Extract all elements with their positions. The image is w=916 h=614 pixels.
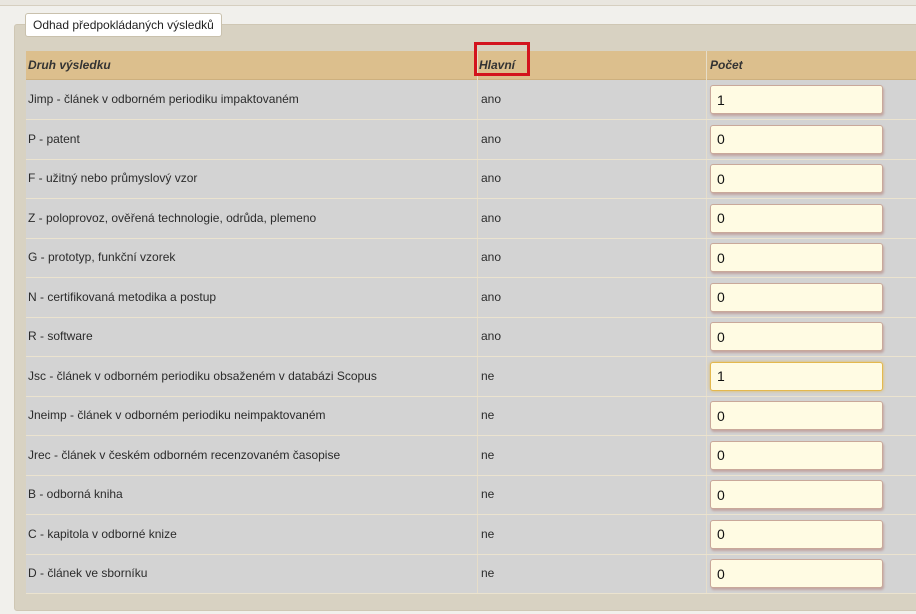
table-row: R - software ano	[26, 317, 916, 357]
count-input[interactable]	[710, 85, 883, 114]
table-row: Z - poloprovoz, ověřená technologie, odr…	[26, 199, 916, 239]
result-type: B - odborná kniha	[28, 487, 123, 501]
result-type: Jneimp - článek v odborném periodiku nei…	[28, 408, 326, 422]
results-table: Druh výsledku Hlavní Počet Jimp - článek…	[26, 42, 916, 594]
header-count: Počet	[710, 58, 743, 72]
main-flag: ne	[481, 566, 495, 580]
main-flag: ano	[481, 171, 502, 185]
table-row: P - patent ano	[26, 120, 916, 160]
main-flag: ne	[481, 487, 495, 501]
result-type: F - užitný nebo průmyslový vzor	[28, 171, 198, 185]
count-input[interactable]	[710, 440, 883, 470]
table-row: G - prototyp, funkční vzorek ano	[26, 238, 916, 278]
table-row: Jneimp - článek v odborném periodiku nei…	[26, 396, 916, 436]
count-input[interactable]	[710, 164, 883, 193]
table-row: Jimp - článek v odborném periodiku impak…	[26, 80, 916, 120]
result-type: C - kapitola v odborné knize	[28, 526, 177, 541]
top-strip	[0, 0, 916, 6]
table-row: N - certifikovaná metodika a postup ano	[26, 278, 916, 318]
table-row: C - kapitola v odborné knize ne	[26, 515, 916, 555]
main-flag: ano	[481, 92, 502, 106]
result-type: R - software	[28, 329, 93, 343]
main-flag: ne	[481, 368, 495, 383]
count-input[interactable]	[710, 559, 883, 588]
main-flag: ano	[481, 250, 502, 264]
count-input[interactable]	[710, 480, 883, 509]
header-main-highlight	[474, 42, 530, 76]
main-flag: ne	[481, 526, 495, 541]
count-input[interactable]	[710, 243, 883, 272]
table-row: D - článek ve sborníku ne	[26, 554, 916, 594]
result-type: Jrec - článek v českém odborném recenzov…	[28, 447, 341, 462]
main-flag: ano	[481, 210, 502, 225]
result-type: N - certifikovaná metodika a postup	[28, 289, 217, 304]
table-row: Jrec - článek v českém odborném recenzov…	[26, 436, 916, 476]
result-type: Z - poloprovoz, ověřená technologie, odr…	[28, 210, 317, 225]
table-row: F - užitný nebo průmyslový vzor ano	[26, 159, 916, 199]
table-row: Jsc - článek v odborném periodiku obsaže…	[26, 357, 916, 397]
main-flag: ano	[481, 289, 502, 304]
table-row: B - odborná kniha ne	[26, 475, 916, 515]
count-input[interactable]	[710, 401, 883, 430]
result-type: Jsc - článek v odborném periodiku obsaže…	[28, 368, 377, 383]
count-input[interactable]	[710, 124, 883, 154]
count-input[interactable]	[710, 519, 883, 549]
count-input[interactable]	[710, 361, 883, 391]
result-type: G - prototyp, funkční vzorek	[28, 250, 176, 264]
table-header: Druh výsledku Hlavní Počet	[26, 51, 916, 80]
result-type: Jimp - článek v odborném periodiku impak…	[28, 92, 299, 106]
result-type: D - článek ve sborníku	[28, 566, 148, 580]
main-flag: ano	[481, 131, 502, 146]
main-flag: ne	[481, 447, 495, 462]
count-input[interactable]	[710, 282, 883, 312]
header-type: Druh výsledku	[28, 58, 111, 72]
count-input[interactable]	[710, 203, 883, 233]
main-flag: ano	[481, 329, 502, 343]
result-type: P - patent	[28, 131, 80, 146]
count-input[interactable]	[710, 322, 883, 351]
main-flag: ne	[481, 408, 495, 422]
fieldset-legend: Odhad předpokládaných výsledků	[25, 13, 222, 37]
